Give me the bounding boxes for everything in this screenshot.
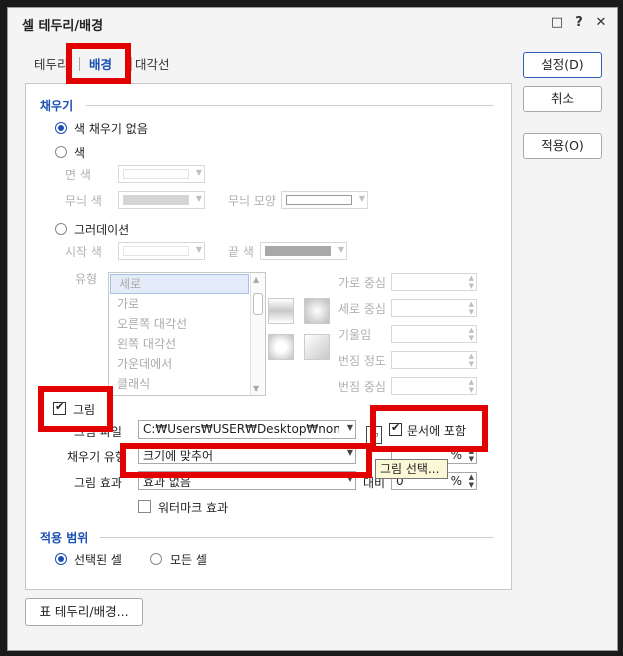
chevron-down-icon: ▼ <box>195 245 202 254</box>
title-bar: 셀 테두리/배경 □ ? ✕ <box>8 8 617 38</box>
pattern-shape-swatch <box>286 195 352 205</box>
highlight-box-background-tab <box>66 43 131 84</box>
section-divider <box>100 537 494 538</box>
highlight-box-include-in-document <box>370 405 488 452</box>
watermark-label: 워터마크 효과 <box>158 501 229 515</box>
type-label: 유형 <box>75 272 98 286</box>
gradient-type-list[interactable]: 세로 가로 오른쪽 대각선 왼쪽 대각선 가운데에서 클래식 ▲ ▼ <box>108 272 266 396</box>
spin-up-icon[interactable]: ▲ <box>469 378 474 386</box>
v-center-label: 세로 중심 <box>338 302 386 316</box>
list-item[interactable]: 클래식 <box>109 374 265 394</box>
blur-center-label: 번짐 중심 <box>338 380 386 394</box>
face-color-combo[interactable]: ▼ <box>118 165 205 183</box>
watermark-checkbox[interactable] <box>138 500 151 513</box>
spin-down-icon[interactable]: ▼ <box>469 334 474 342</box>
highlight-box-fill-type <box>120 443 372 478</box>
tab-border[interactable]: 테두리 <box>34 54 69 73</box>
spin-up-icon[interactable]: ▲ <box>469 352 474 360</box>
spin-down-icon[interactable]: ▼ <box>469 360 474 368</box>
close-icon[interactable]: ✕ <box>593 15 609 30</box>
picture-file-path: C:₩Users₩USER₩Desktop₩nonar <box>143 422 339 436</box>
list-item[interactable]: 가로 <box>109 294 265 314</box>
gradient-preview-4[interactable] <box>304 334 330 360</box>
color-fill-radio[interactable] <box>55 146 67 158</box>
spin-down-icon[interactable]: ▼ <box>469 386 474 394</box>
face-color-label: 면 색 <box>65 168 91 182</box>
highlight-box-picture-checkbox <box>38 386 113 432</box>
spin-down-icon[interactable]: ▼ <box>469 308 474 316</box>
gradient-preview-2[interactable] <box>304 298 330 324</box>
h-center-spin[interactable]: ▲ ▼ <box>391 273 477 291</box>
end-color-swatch <box>265 246 331 256</box>
start-color-swatch <box>123 246 189 256</box>
fill-section-title: 채우기 <box>40 99 74 113</box>
spin-up-icon[interactable]: ▲ <box>469 274 474 282</box>
apply-range-section-title: 적용 범위 <box>40 531 89 545</box>
tilt-spin[interactable]: ▲ ▼ <box>391 325 477 343</box>
help-chat-icon[interactable]: □ <box>549 15 565 30</box>
ok-button[interactable]: 설정(D) <box>523 52 602 78</box>
chevron-down-icon: ▼ <box>337 245 344 254</box>
all-cells-label: 모든 셀 <box>170 553 207 567</box>
tab-separator <box>131 57 132 71</box>
color-fill-label: 색 <box>74 146 86 160</box>
pattern-shape-label: 무늬 모양 <box>228 194 276 208</box>
gradient-preview-1[interactable] <box>268 298 294 324</box>
tilt-label: 기울임 <box>338 328 372 342</box>
scroll-down-icon[interactable]: ▼ <box>253 384 259 393</box>
chevron-down-icon: ▼ <box>346 423 353 432</box>
no-fill-radio[interactable] <box>55 122 67 134</box>
cancel-button[interactable]: 취소 <box>523 86 602 112</box>
h-center-label: 가로 중심 <box>338 276 386 290</box>
face-color-swatch <box>123 169 189 179</box>
pattern-color-label: 무늬 색 <box>65 194 102 208</box>
spin-down-icon[interactable]: ▼ <box>469 455 474 463</box>
pattern-color-swatch <box>123 195 189 205</box>
picture-effect-label: 그림 효과 <box>74 476 122 490</box>
selected-cells-label: 선택된 셀 <box>74 553 122 567</box>
list-item[interactable]: 오른쪽 대각선 <box>109 314 265 334</box>
list-scrollbar[interactable]: ▲ ▼ <box>250 273 265 395</box>
start-color-label: 시작 색 <box>65 245 102 259</box>
spin-up-icon[interactable]: ▲ <box>469 473 474 481</box>
question-icon[interactable]: ? <box>571 15 587 30</box>
select-picture-tooltip: 그림 선택... <box>375 459 448 479</box>
end-color-combo[interactable]: ▼ <box>260 242 347 260</box>
chevron-down-icon: ▼ <box>358 194 365 203</box>
list-item[interactable]: 왼쪽 대각선 <box>109 334 265 354</box>
end-color-label: 끝 색 <box>228 245 254 259</box>
gradation-label: 그러데이션 <box>74 223 130 237</box>
spin-up-icon[interactable]: ▲ <box>469 326 474 334</box>
section-divider <box>86 105 494 106</box>
list-item[interactable]: 세로 <box>110 274 249 294</box>
blur-degree-label: 번짐 정도 <box>338 354 386 368</box>
scroll-up-icon[interactable]: ▲ <box>253 275 259 284</box>
all-cells-radio[interactable] <box>150 553 162 565</box>
pattern-color-combo[interactable]: ▼ <box>118 191 205 209</box>
fill-type-label: 채우기 유형 <box>67 450 127 464</box>
spin-up-icon[interactable]: ▲ <box>469 300 474 308</box>
spin-down-icon[interactable]: ▼ <box>469 481 474 489</box>
gradation-radio[interactable] <box>55 223 67 235</box>
dialog-title: 셀 테두리/배경 <box>22 19 104 34</box>
blur-center-spin[interactable]: ▲ ▼ <box>391 377 477 395</box>
no-fill-label: 색 채우기 없음 <box>74 122 148 136</box>
blur-degree-spin[interactable]: ▲ ▼ <box>391 351 477 369</box>
tab-diagonal[interactable]: 대각선 <box>135 54 170 73</box>
pattern-shape-combo[interactable]: ▼ <box>281 191 368 209</box>
list-item[interactable]: 가운데에서 <box>109 354 265 374</box>
cell-border-background-dialog: 셀 테두리/배경 □ ? ✕ 테두리 배경 대각선 채우기 색 채우기 없음 색… <box>7 7 618 651</box>
spin-down-icon[interactable]: ▼ <box>469 282 474 290</box>
scroll-thumb[interactable] <box>253 293 263 315</box>
apply-button[interactable]: 적용(O) <box>523 133 602 159</box>
table-border-background-button[interactable]: 표 테두리/배경... <box>25 598 143 626</box>
chevron-down-icon: ▼ <box>195 194 202 203</box>
percent-sign: % <box>450 474 462 488</box>
chevron-down-icon: ▼ <box>195 168 202 177</box>
v-center-spin[interactable]: ▲ ▼ <box>391 299 477 317</box>
selected-cells-radio[interactable] <box>55 553 67 565</box>
start-color-combo[interactable]: ▼ <box>118 242 205 260</box>
gradient-preview-3[interactable] <box>268 334 294 360</box>
picture-file-combo[interactable]: C:₩Users₩USER₩Desktop₩nonar ▼ <box>138 420 356 439</box>
